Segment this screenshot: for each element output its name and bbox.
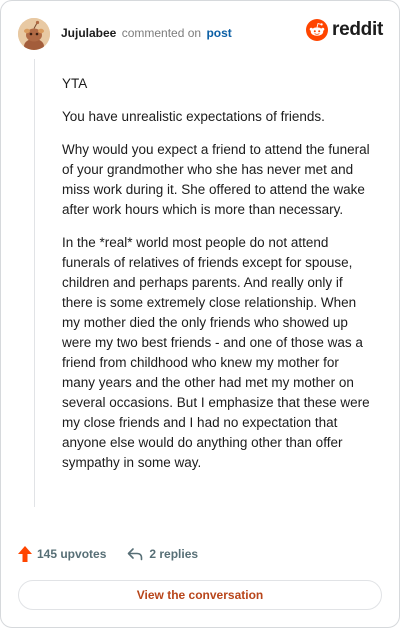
comment-action-text: commented on <box>121 26 202 40</box>
upvote-button[interactable]: 145 upvotes <box>18 546 106 562</box>
view-conversation-button[interactable]: View the conversation <box>18 580 382 610</box>
avatar-snoo-icon <box>18 18 50 50</box>
comment-paragraph: YTA <box>62 76 88 91</box>
username[interactable]: Jujulabee <box>61 26 116 40</box>
user-avatar[interactable] <box>18 18 50 50</box>
comment-body: YTA You have unrealistic expectations of… <box>62 74 372 486</box>
reddit-logo-icon <box>306 19 329 41</box>
thread-line <box>34 59 35 507</box>
comment-actions: 145 upvotes 2 replies <box>18 546 198 562</box>
comment-header: Jujulabee commented on post <box>61 25 232 41</box>
reply-count: 2 replies <box>149 547 199 561</box>
comment-card: Jujulabee commented on post reddit YTA Y… <box>0 0 400 628</box>
post-link[interactable]: post <box>206 26 231 40</box>
replies-button[interactable]: 2 replies <box>127 547 198 561</box>
comment-paragraph: You have unrealistic expectations of fri… <box>62 109 325 124</box>
reply-arrow-icon <box>128 548 143 561</box>
comment-paragraph: In the *real* world most people do not a… <box>62 235 370 470</box>
upvote-count: 145 upvotes <box>37 547 107 561</box>
reddit-brand[interactable]: reddit <box>306 19 383 41</box>
reddit-wordmark: reddit <box>332 19 383 40</box>
comment-paragraph: Why would you expect a friend to attend … <box>62 142 370 217</box>
upvote-arrow-icon <box>18 546 32 562</box>
